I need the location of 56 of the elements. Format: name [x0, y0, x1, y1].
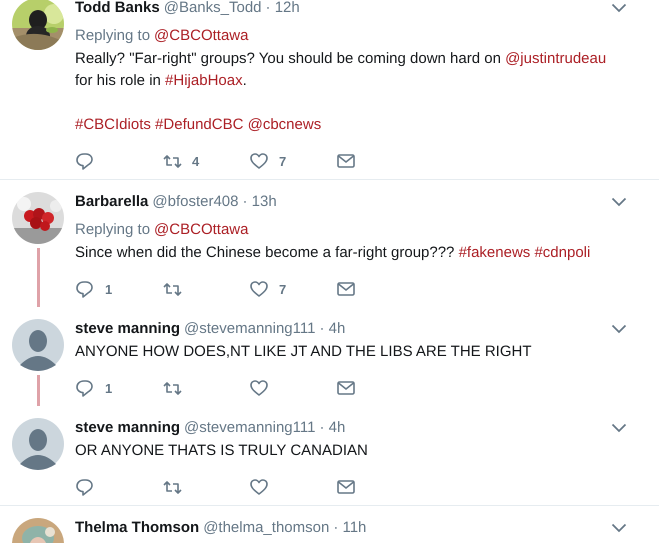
- mention-link[interactable]: @CBCOttawa: [154, 27, 248, 44]
- reply-icon[interactable]: [75, 151, 95, 171]
- user-handle[interactable]: @bfoster408: [152, 192, 238, 212]
- count: 7: [279, 282, 286, 296]
- user-handle[interactable]: @thelma_thomson: [203, 518, 330, 538]
- envelope-icon[interactable]: [336, 477, 356, 497]
- tweet-text: Since when did the Chinese become a far-right group??? #fakenews #cdnpoli: [75, 243, 592, 263]
- timestamp[interactable]: · 4h: [319, 418, 346, 438]
- hashtag-link[interactable]: #HijabHoax: [165, 72, 243, 89]
- envelope-icon[interactable]: [336, 378, 356, 398]
- envelope-icon[interactable]: [336, 279, 356, 299]
- thread-line: [36, 248, 40, 307]
- envelope-icon[interactable]: [336, 151, 356, 171]
- count: 7: [279, 154, 286, 168]
- user-name[interactable]: Thelma Thomson: [75, 518, 200, 538]
- chevron-down-icon[interactable]: [611, 197, 627, 207]
- heart-icon[interactable]: [249, 279, 269, 299]
- count: 4: [192, 154, 200, 168]
- user-handle[interactable]: @stevemanning111: [184, 319, 316, 339]
- heart-icon[interactable]: [249, 151, 269, 171]
- user-name[interactable]: steve manning: [75, 418, 180, 438]
- chevron-down-icon[interactable]: [611, 423, 627, 433]
- replying-label: Replying to: [75, 27, 150, 44]
- timestamp[interactable]: · 12h: [266, 0, 300, 18]
- heart-icon[interactable]: [249, 378, 269, 398]
- reply-icon[interactable]: [75, 378, 95, 398]
- hashtag-link[interactable]: #cdnpoli: [534, 244, 590, 261]
- user-handle[interactable]: @Banks_Todd: [164, 0, 262, 18]
- tweet-text: Really? "Far-right" groups? You should be coming down hard on @justintrudeau for his role in #HijabHoax.: [75, 49, 608, 91]
- reply-icon[interactable]: [75, 279, 95, 299]
- user-name[interactable]: Todd Banks: [75, 0, 160, 18]
- user-name[interactable]: Barbarella: [75, 192, 148, 212]
- hashtag-link[interactable]: @cbcnews: [248, 116, 322, 133]
- reply-icon[interactable]: [75, 477, 95, 497]
- tweet-text: OR ANYONE THATS IS TRULY CANADIAN: [75, 441, 369, 461]
- hashtag-link[interactable]: @justintrudeau: [505, 50, 606, 67]
- thread-line: [36, 375, 40, 406]
- chevron-down-icon[interactable]: [611, 3, 627, 13]
- chevron-down-icon[interactable]: [611, 324, 627, 334]
- user-name[interactable]: steve manning: [75, 319, 180, 339]
- chevron-down-icon[interactable]: [611, 523, 627, 533]
- mention-link[interactable]: @CBCOttawa: [154, 221, 248, 238]
- timestamp[interactable]: · 11h: [333, 518, 366, 538]
- timestamp[interactable]: · 13h: [242, 192, 277, 212]
- hashtag-link[interactable]: #CBCIdiots: [75, 116, 151, 133]
- heart-icon[interactable]: [249, 477, 269, 497]
- user-handle[interactable]: @stevemanning111: [184, 418, 316, 438]
- hashtag-link[interactable]: #DefundCBC: [155, 116, 244, 133]
- count: 1: [105, 380, 112, 396]
- default-avatar: [12, 319, 64, 371]
- hashtag-link[interactable]: #fakenews: [458, 244, 530, 261]
- replying-label: Replying to: [75, 221, 150, 238]
- tweet-text: ANYONE HOW DOES,NT LIKE JT AND THE LIBS ARE THE RIGHT: [75, 342, 532, 362]
- count: 1: [105, 282, 112, 296]
- timestamp[interactable]: · 4h: [319, 319, 346, 339]
- default-avatar: [12, 418, 64, 470]
